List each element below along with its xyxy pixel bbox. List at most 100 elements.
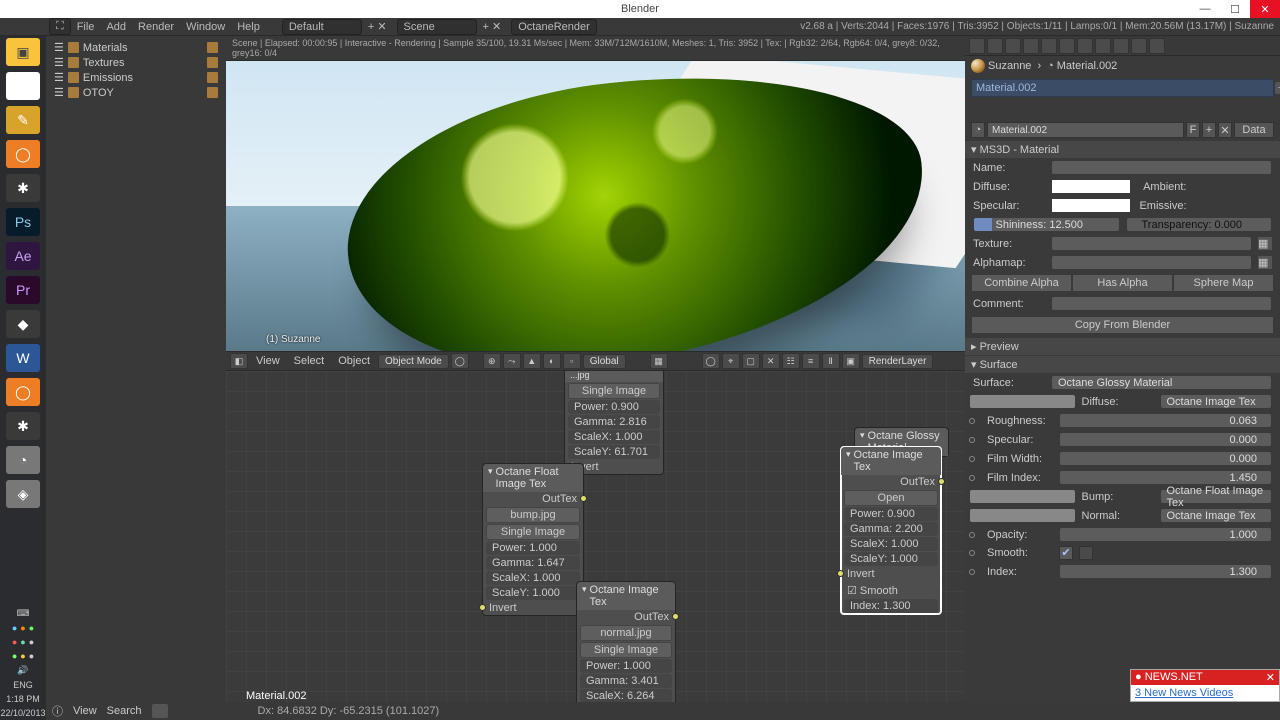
mat-fake-user[interactable]: F — [1186, 122, 1200, 138]
preview-panel-header[interactable]: ▸ Preview — [965, 338, 1280, 355]
news-close-icon[interactable]: ✕ — [1266, 671, 1275, 684]
tab-object-icon[interactable] — [1023, 38, 1039, 54]
ico-d[interactable]: ≡ — [802, 353, 820, 369]
node-image-tex-bottom[interactable]: ▾ Octane Image Tex OutTex normal.jpg Sin… — [576, 581, 676, 708]
menu-select[interactable]: Select — [288, 355, 331, 367]
add-slot-button[interactable]: + — [1275, 82, 1280, 94]
node-image-tex-selected[interactable]: ▾ Octane Image Tex OutTex Open Power: 0.… — [840, 446, 942, 615]
outliner-row[interactable]: ☰ Materials — [50, 40, 222, 55]
surface-panel-header[interactable]: ▾ Surface — [965, 356, 1280, 373]
camera-icon[interactable]: ▣ — [842, 353, 860, 369]
util2-icon[interactable]: ◈ — [6, 480, 40, 508]
layers-icon[interactable]: ▦ — [650, 353, 668, 369]
combinealpha-tab[interactable]: Combine Alpha — [971, 274, 1072, 292]
scene-selector[interactable]: Scene — [397, 19, 477, 35]
ambient-swatch[interactable] — [1193, 179, 1273, 194]
material-browse-icon[interactable]: ◔ — [971, 122, 985, 138]
transparency-slider[interactable]: Transparency: 0.000 — [1126, 217, 1273, 232]
bump-value[interactable]: Octane Float Image Tex — [1160, 489, 1273, 504]
menu-help[interactable]: Help — [231, 21, 266, 33]
premiere-icon[interactable]: Pr — [6, 276, 40, 304]
specular-value[interactable]: 0.000 — [1059, 432, 1272, 447]
menu-view-bottom[interactable]: View — [73, 705, 97, 717]
shininess-slider[interactable]: Shininess: 12.500 — [973, 217, 1120, 232]
material-slot[interactable]: Material.002+ — [971, 79, 1274, 97]
comment-field[interactable] — [1051, 296, 1272, 311]
menu-file[interactable]: File — [71, 21, 101, 33]
breadcrumb-material[interactable]: Material.002 — [1057, 60, 1118, 72]
surface-value[interactable]: Octane Glossy Material — [1051, 375, 1272, 390]
proportional-icon[interactable]: ◯ — [702, 353, 720, 369]
spheremap-tab[interactable]: Sphere Map — [1173, 274, 1274, 292]
material-name-field[interactable] — [987, 122, 1184, 138]
explorer-icon[interactable]: ▣ — [6, 38, 40, 66]
shading-icon[interactable]: ◯ — [451, 353, 469, 369]
aftereffects-icon[interactable]: Ae — [6, 242, 40, 270]
pause-icon[interactable]: Ⅱ — [822, 353, 840, 369]
photoshop-icon[interactable]: Ps — [6, 208, 40, 236]
settings-icon[interactable]: ✱ — [6, 174, 40, 202]
mode-selector[interactable]: Object Mode — [378, 354, 449, 369]
util-icon[interactable]: ◔ — [6, 446, 40, 474]
ms3d-panel-header[interactable]: ▾ MS3D - Material — [965, 141, 1280, 158]
language-indicator[interactable]: ENG — [13, 680, 33, 690]
snap2-icon[interactable]: ⌖ — [722, 353, 740, 369]
filmindex-value[interactable]: 1.450 — [1059, 470, 1272, 485]
specular-swatch[interactable] — [1051, 198, 1131, 213]
app-icon[interactable]: ✎ — [6, 106, 40, 134]
node-image-tex-top[interactable]: ...jpg Single Image Power: 0.900 Gamma: … — [564, 371, 664, 475]
breadcrumb-object[interactable]: Suzanne — [988, 60, 1031, 72]
tab-modifier-icon[interactable] — [1059, 38, 1075, 54]
name-field[interactable] — [1051, 160, 1272, 175]
emissive-swatch[interactable] — [1193, 198, 1273, 213]
filmwidth-value[interactable]: 0.000 — [1059, 451, 1272, 466]
minimize-button[interactable]: — — [1190, 0, 1220, 18]
orientation-selector[interactable]: Global — [583, 354, 626, 369]
manip-translate-icon[interactable]: ▲ — [523, 353, 541, 369]
manip-scale-icon[interactable]: ▫ — [563, 353, 581, 369]
hasalpha-tab[interactable]: Has Alpha — [1072, 274, 1173, 292]
outliner-row[interactable]: ☰ Textures — [50, 55, 222, 70]
maximize-button[interactable]: ☐ — [1220, 0, 1250, 18]
ico-b[interactable]: ✕ — [762, 353, 780, 369]
tab-constraint-icon[interactable] — [1041, 38, 1057, 54]
pivot-icon[interactable]: ⊕ — [483, 353, 501, 369]
diffuse-swatch[interactable] — [1051, 179, 1131, 194]
tab-world-icon[interactable] — [1005, 38, 1021, 54]
menu-view[interactable]: View — [250, 355, 286, 367]
copy-from-blender-button[interactable]: Copy From Blender — [971, 316, 1274, 334]
normal-value[interactable]: Octane Image Tex — [1160, 508, 1273, 523]
tab-particles-icon[interactable] — [1131, 38, 1147, 54]
menu-render[interactable]: Render — [132, 21, 180, 33]
tab-physics-icon[interactable] — [1149, 38, 1165, 54]
chrome-icon[interactable]: ◐ — [6, 72, 40, 100]
tab-material-icon[interactable] — [1095, 38, 1111, 54]
blender-icon[interactable]: ◯ — [6, 140, 40, 168]
news-link[interactable]: 3 New News Videos — [1131, 685, 1279, 701]
texture-field[interactable] — [1051, 236, 1252, 251]
mat-add[interactable]: + — [1202, 122, 1216, 138]
node-float-image-tex[interactable]: ▾ Octane Float Image Tex OutTex bump.jpg… — [482, 463, 584, 616]
roughness-value[interactable]: 0.063 — [1059, 413, 1272, 428]
manip-rotate-icon[interactable]: ◐ — [543, 353, 561, 369]
close-button[interactable]: ✕ — [1250, 0, 1280, 18]
search-icon[interactable] — [152, 704, 168, 718]
tool-icon[interactable]: ✱ — [6, 412, 40, 440]
mat-data-button[interactable]: Data — [1234, 122, 1274, 138]
engine-selector[interactable]: OctaneRender — [511, 19, 597, 35]
renderlayer-selector[interactable]: RenderLayer — [862, 354, 934, 369]
editor-type-icon[interactable]: ◧ — [230, 353, 248, 369]
snap-icon[interactable]: ⤳ — [503, 353, 521, 369]
menu-search-bottom[interactable]: Search — [107, 705, 142, 717]
tab-data-icon[interactable] — [1077, 38, 1093, 54]
outliner-row[interactable]: ☰ OTOY — [50, 85, 222, 100]
menu-add[interactable]: Add — [100, 21, 132, 33]
outliner-row[interactable]: ☰ Emissions — [50, 70, 222, 85]
word-icon[interactable]: W — [6, 344, 40, 372]
alphamap-field[interactable] — [1051, 255, 1252, 270]
layout-selector[interactable]: Default — [282, 19, 362, 35]
index-value[interactable]: 1.300 — [1059, 564, 1272, 579]
ico-c[interactable]: ☷ — [782, 353, 800, 369]
node-editor[interactable]: ...jpg Single Image Power: 0.900 Gamma: … — [226, 371, 965, 708]
tab-texture-icon[interactable] — [1113, 38, 1129, 54]
